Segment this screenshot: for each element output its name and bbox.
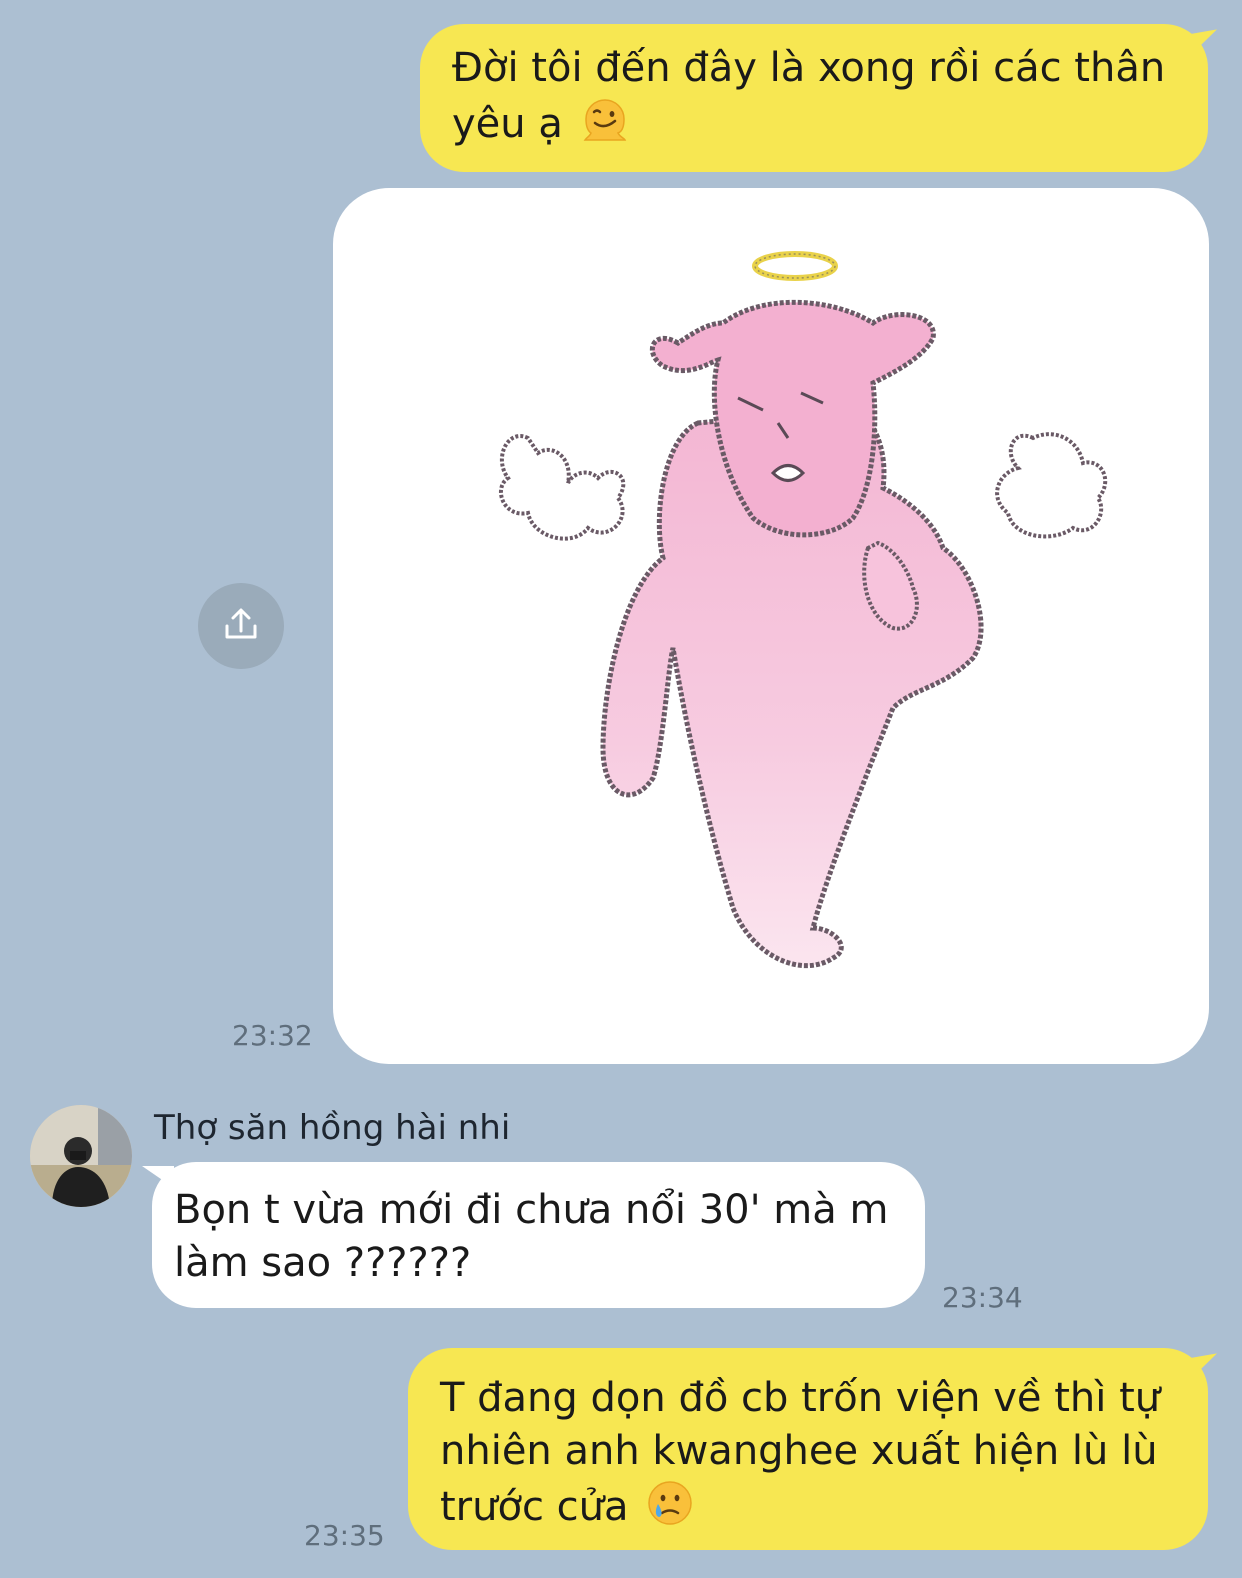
sticker-message[interactable]	[333, 188, 1209, 1064]
message-bubble-incoming[interactable]: Bọn t vừa mới đi chưa nổi 30' mà m làm s…	[142, 1162, 925, 1308]
message-text: Bọn t vừa mới đi chưa nổi 30' mà m làm s…	[174, 1187, 889, 1286]
message-bubble-outgoing[interactable]: T đang dọn đồ cb trốn viện về thì tự nhi…	[408, 1348, 1208, 1550]
pink-ghost-angel-sticker	[498, 251, 1108, 969]
sad-but-relieved-face-icon	[645, 1478, 695, 1528]
message-bubble-outgoing[interactable]: Đời tôi đến đây là xong rồi các thân yêu…	[420, 24, 1208, 172]
sender-name: Thợ săn hồng hài nhi	[154, 1108, 511, 1148]
avatar[interactable]	[30, 1105, 132, 1207]
share-icon	[221, 604, 261, 648]
timestamp: 23:32	[232, 1019, 313, 1052]
share-button[interactable]	[198, 583, 284, 669]
melting-face-icon	[580, 95, 630, 145]
message-text: Đời tôi đến đây là xong rồi các thân yêu…	[452, 45, 1166, 147]
message-text: T đang dọn đồ cb trốn viện về thì tự nhi…	[440, 1375, 1161, 1530]
avatar-photo	[30, 1105, 132, 1207]
timestamp: 23:35	[304, 1519, 385, 1552]
timestamp: 23:34	[942, 1281, 1023, 1314]
